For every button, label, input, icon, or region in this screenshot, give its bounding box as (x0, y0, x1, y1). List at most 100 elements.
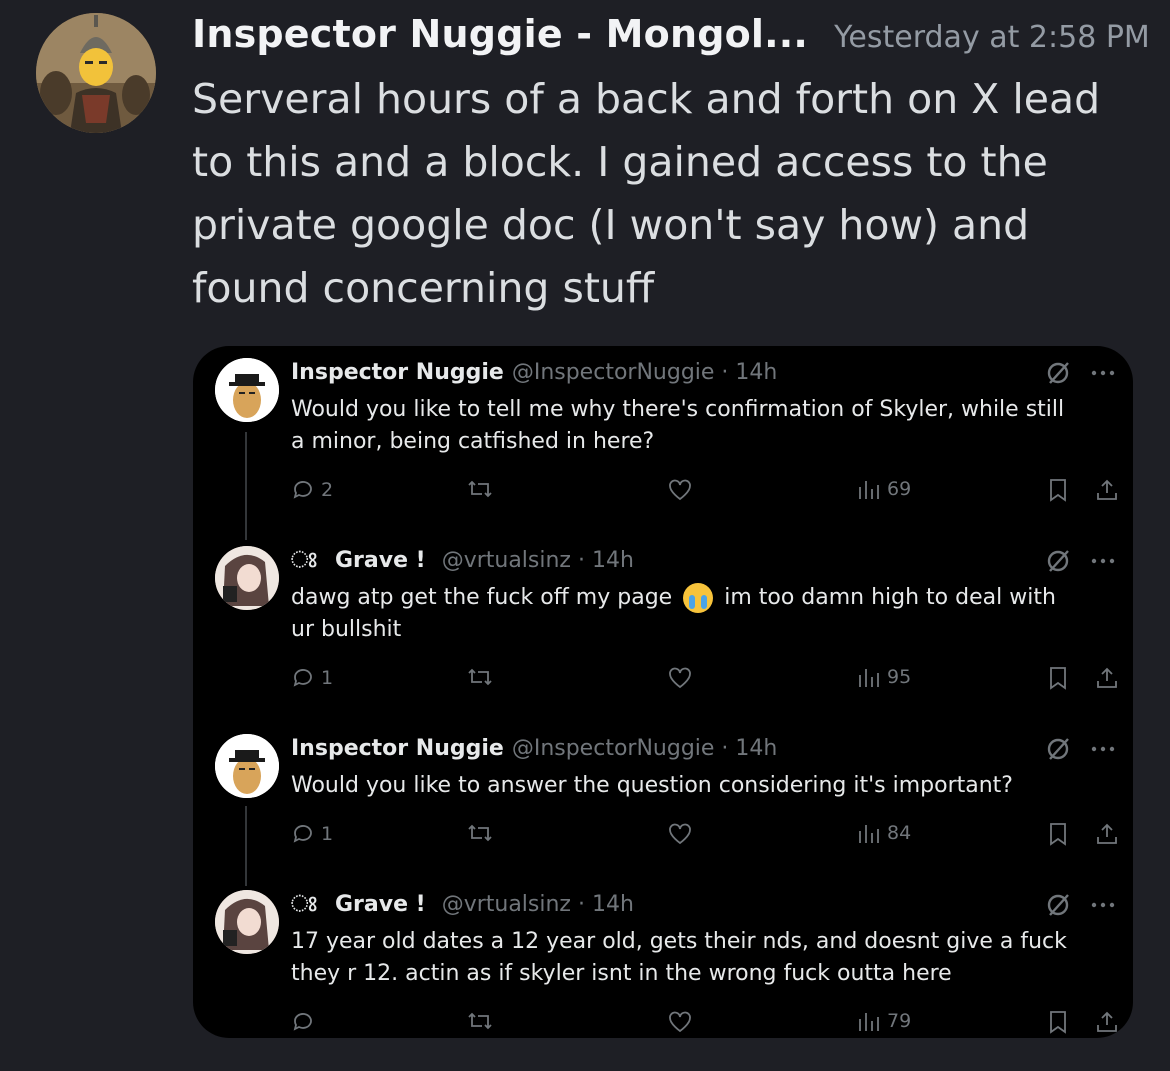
reply-icon (293, 825, 312, 843)
share-button[interactable] (1095, 478, 1119, 502)
bookmark-icon (1050, 667, 1066, 690)
more-icon[interactable] (1091, 901, 1115, 909)
tweet-avatar[interactable] (215, 358, 279, 422)
grok-icon[interactable] (1045, 548, 1071, 574)
view-count: 84 (887, 822, 912, 844)
grok-icon[interactable] (1045, 736, 1071, 762)
reply-count: 1 (321, 667, 334, 689)
tweet-text: Would you like to tell me why there's co… (291, 397, 1065, 454)
tweet-header: Inspector Nuggie @InspectorNuggie · 14h (291, 736, 777, 761)
like-button[interactable] (667, 822, 699, 846)
tweet-actions: 1 84 (291, 822, 1131, 852)
message-text: Serveral hours of a back and forth on X … (192, 75, 1101, 312)
views-icon (859, 481, 879, 499)
view-count: 95 (887, 666, 912, 688)
tweet-top-icons (1045, 736, 1115, 762)
views-button[interactable]: 84 (857, 822, 911, 844)
bookmark-button[interactable] (1047, 478, 1069, 502)
like-icon (669, 1011, 691, 1033)
grok-icon[interactable] (1045, 892, 1071, 918)
retweet-button[interactable] (467, 822, 499, 844)
share-icon (1097, 1011, 1117, 1032)
bookmark-icon (1050, 479, 1066, 502)
bookmark-button[interactable] (1047, 1010, 1069, 1034)
tweet-handle[interactable]: @InspectorNuggie · 14h (512, 736, 778, 761)
views-icon (859, 1013, 879, 1031)
retweet-icon (468, 824, 492, 842)
reply-icon (293, 1013, 312, 1031)
share-button[interactable] (1095, 822, 1119, 846)
tweet-author-name[interactable]: Inspector Nuggie (291, 736, 504, 761)
view-count: 69 (887, 478, 912, 500)
reply-button[interactable]: 1 (291, 666, 333, 690)
views-button[interactable]: 79 (857, 1010, 911, 1032)
views-icon (859, 669, 879, 687)
grok-icon[interactable] (1045, 360, 1071, 386)
like-button[interactable] (667, 666, 699, 690)
tweet-avatar[interactable] (215, 890, 279, 954)
tweet-top-icons (1045, 360, 1115, 386)
tweet-author-name[interactable]: Inspector Nuggie (291, 360, 504, 385)
retweet-button[interactable] (467, 1010, 499, 1032)
retweet-icon (468, 480, 492, 498)
reply-count: 2 (321, 479, 334, 501)
message-header: Inspector Nuggie - Mongol... Yesterday a… (192, 12, 1150, 56)
reply-icon (293, 669, 312, 687)
views-icon (859, 825, 879, 843)
author-name[interactable]: Inspector Nuggie - Mongol... (192, 12, 808, 56)
tweet-avatar[interactable] (215, 546, 279, 610)
tweet-author-name[interactable]: Grave ! (335, 548, 426, 573)
crying-emoji-icon (683, 583, 714, 613)
share-button[interactable] (1095, 666, 1119, 690)
like-button[interactable] (667, 1010, 699, 1034)
reply-icon (293, 481, 312, 499)
embedded-image[interactable]: Inspector Nuggie @InspectorNuggie · 14h … (193, 346, 1133, 1038)
views-button[interactable]: 95 (857, 666, 911, 688)
name-decoration: ଃ͏ (291, 548, 317, 573)
tweet-actions: 79 (291, 1010, 1131, 1038)
more-icon[interactable] (1091, 745, 1115, 753)
tweet[interactable]: ଃ͏ Grave ! @vrtualsinz · 14h 17 year old… (193, 878, 1133, 1038)
tweet[interactable]: Inspector Nuggie @InspectorNuggie · 14h … (193, 722, 1133, 872)
reply-button[interactable]: 2 (291, 478, 333, 502)
views-button[interactable]: 69 (857, 478, 911, 500)
like-button[interactable] (667, 478, 699, 502)
message-timestamp[interactable]: Yesterday at 2:58 PM (834, 20, 1150, 55)
tweet-handle[interactable]: @vrtualsinz · 14h (442, 892, 634, 917)
bookmark-button[interactable] (1047, 822, 1069, 846)
bookmark-button[interactable] (1047, 666, 1069, 690)
view-count: 79 (887, 1010, 912, 1032)
tweet[interactable]: Inspector Nuggie @InspectorNuggie · 14h … (193, 346, 1133, 526)
share-icon (1097, 823, 1117, 844)
tweet-actions: 1 95 (291, 666, 1131, 696)
tweet-handle[interactable]: @vrtualsinz · 14h (442, 548, 634, 573)
tweet-text: dawg atp get the fuck off my page im too… (291, 582, 1081, 646)
reply-count: 1 (321, 823, 334, 845)
author-avatar[interactable] (36, 13, 156, 133)
tweet-text: 17 year old dates a 12 year old, gets th… (291, 929, 1067, 986)
reply-button[interactable] (291, 1010, 321, 1034)
tweet-top-icons (1045, 548, 1115, 574)
like-icon (669, 667, 691, 689)
reply-button[interactable]: 1 (291, 822, 333, 846)
bookmark-icon (1050, 1011, 1066, 1034)
tweet-author-name[interactable]: Grave ! (335, 892, 426, 917)
share-button[interactable] (1095, 1010, 1119, 1034)
tweet-header: ଃ͏ Grave ! @vrtualsinz · 14h (291, 548, 634, 573)
like-icon (669, 823, 691, 845)
tweet-avatar[interactable] (215, 734, 279, 798)
tweet-header: Inspector Nuggie @InspectorNuggie · 14h (291, 360, 777, 385)
more-icon[interactable] (1091, 557, 1115, 565)
tweet-top-icons (1045, 892, 1115, 918)
share-icon (1097, 667, 1117, 688)
share-icon (1097, 479, 1117, 500)
tweet-handle[interactable]: @InspectorNuggie · 14h (512, 360, 778, 385)
retweet-button[interactable] (467, 478, 499, 500)
retweet-button[interactable] (467, 666, 499, 688)
tweet-actions: 2 69 (291, 478, 1131, 508)
name-decoration: ଃ͏ (291, 892, 317, 917)
like-icon (669, 479, 691, 501)
tweet[interactable]: ଃ͏ Grave ! @vrtualsinz · 14h dawg atp ge… (193, 534, 1133, 714)
retweet-icon (468, 1012, 492, 1030)
more-icon[interactable] (1091, 369, 1115, 377)
